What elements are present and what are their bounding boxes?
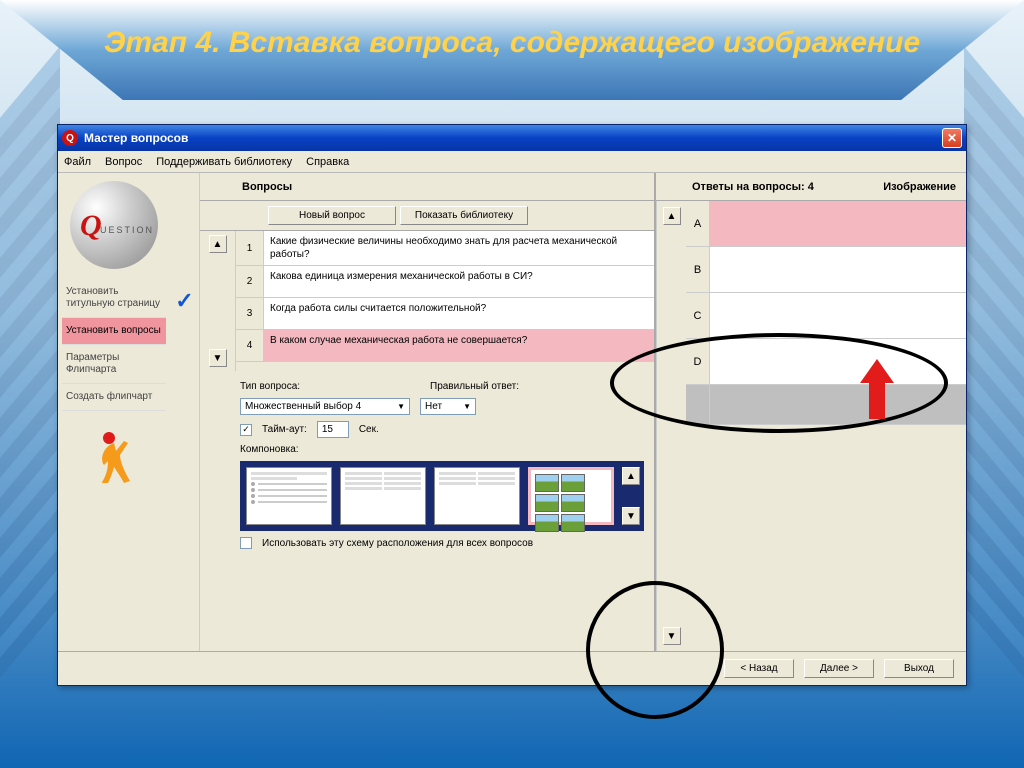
layout-option-images[interactable] [528, 467, 614, 525]
timeout-label: Тайм-аут: [262, 424, 307, 435]
question-text: В каком случае механическая работа не со… [264, 330, 654, 361]
correct-select[interactable]: Нет ▼ [420, 398, 476, 415]
questions-pane: Вопросы Новый вопрос Показать библиотеку… [200, 173, 656, 651]
questions-header: Вопросы [236, 181, 298, 193]
slide-title: Этап 4. Вставка вопроса, содержащего изо… [0, 24, 1024, 62]
question-logo: UESTION [70, 181, 158, 269]
nav-set-questions[interactable]: Установить вопросы [62, 318, 166, 345]
correct-label: Правильный ответ: [430, 381, 519, 392]
exit-button[interactable]: Выход [884, 659, 954, 678]
question-row[interactable]: 2 Какова единица измерения механической … [236, 266, 654, 298]
question-text: Какова единица измерения механической ра… [264, 266, 654, 297]
question-row-selected[interactable]: 4 В каком случае механическая работа не … [236, 330, 654, 362]
answer-row[interactable]: B [686, 247, 966, 293]
layout-scroll-down[interactable]: ▼ [622, 507, 640, 525]
question-number: 4 [236, 330, 264, 361]
answer-row[interactable]: D [686, 339, 966, 385]
answers-up-button[interactable]: ▲ [663, 207, 681, 225]
titlebar: Q Мастер вопросов ✕ [58, 125, 966, 151]
window-title: Мастер вопросов [84, 131, 942, 145]
answer-row[interactable]: C [686, 293, 966, 339]
wizard-window: Q Мастер вопросов ✕ Файл Вопрос Поддержи… [57, 124, 967, 686]
question-number: 3 [236, 298, 264, 329]
image-header: Изображение [877, 181, 966, 193]
nav-set-title-page[interactable]: Установить титульную страницу [62, 279, 166, 318]
answers-down-button[interactable]: ▼ [663, 627, 681, 645]
question-row[interactable]: 3 Когда работа силы считается положитель… [236, 298, 654, 330]
layout-option-columns[interactable] [340, 467, 426, 525]
new-question-button[interactable]: Новый вопрос [268, 206, 396, 225]
layout-strip: ▲ ▼ [240, 461, 644, 531]
question-text: Когда работа силы считается положительно… [264, 298, 654, 329]
question-number: 2 [236, 266, 264, 297]
answer-row[interactable]: A [686, 201, 966, 247]
menubar: Файл Вопрос Поддерживать библиотеку Спра… [58, 151, 966, 173]
footer: < Назад Далее > Выход [58, 651, 966, 685]
menu-help[interactable]: Справка [306, 156, 349, 168]
sidebar: UESTION Установить титульную страницу Ус… [58, 173, 170, 651]
back-button[interactable]: < Назад [724, 659, 794, 678]
next-button[interactable]: Далее > [804, 659, 874, 678]
answers-pane: Ответы на вопросы: 4 Изображение ▲ ▼ A B… [656, 173, 966, 651]
use-layout-label: Использовать эту схему расположения для … [262, 538, 533, 549]
person-icon [94, 431, 134, 483]
menu-question[interactable]: Вопрос [105, 156, 142, 168]
menu-file[interactable]: Файл [64, 156, 91, 168]
type-value: Множественный выбор 4 [245, 401, 361, 412]
question-text: Какие физические величины необходимо зна… [264, 231, 654, 265]
timeout-value[interactable]: 15 [317, 421, 349, 438]
chevron-down-icon: ▼ [463, 402, 471, 411]
layout-label: Компоновка: [240, 444, 420, 455]
use-layout-checkbox[interactable] [240, 537, 252, 549]
question-row[interactable]: 1 Какие физические величины необходимо з… [236, 231, 654, 266]
type-select[interactable]: Множественный выбор 4 ▼ [240, 398, 410, 415]
show-library-button[interactable]: Показать библиотеку [400, 206, 528, 225]
answer-label: A [686, 201, 710, 246]
question-number: 1 [236, 231, 264, 265]
layout-scroll-up[interactable]: ▲ [622, 467, 640, 485]
type-label: Тип вопроса: [240, 381, 420, 392]
layout-option-list[interactable] [246, 467, 332, 525]
correct-value: Нет [425, 401, 442, 412]
layout-option-columns-2[interactable] [434, 467, 520, 525]
timeout-checkbox[interactable]: ✓ [240, 424, 252, 436]
answer-label: C [686, 293, 710, 338]
chevron-down-icon: ▼ [397, 402, 405, 411]
answer-label: B [686, 247, 710, 292]
questions-down-button[interactable]: ▼ [209, 349, 227, 367]
answers-header: Ответы на вопросы: 4 [686, 181, 820, 193]
app-icon: Q [62, 130, 78, 146]
check-icon: ✓ [175, 288, 193, 314]
close-button[interactable]: ✕ [942, 128, 962, 148]
questions-up-button[interactable]: ▲ [209, 235, 227, 253]
menu-maintain-library[interactable]: Поддерживать библиотеку [156, 156, 292, 168]
answer-label: D [686, 339, 710, 384]
timeout-unit: Сек. [359, 424, 379, 435]
nav-create-flipchart[interactable]: Создать флипчарт [62, 384, 166, 411]
nav-flipchart-params[interactable]: Параметры Флипчарта [62, 345, 166, 384]
